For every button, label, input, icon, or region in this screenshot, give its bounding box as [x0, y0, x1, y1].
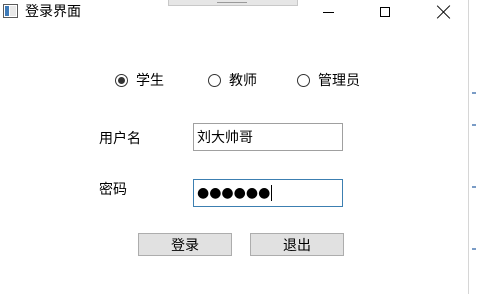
maximize-icon — [380, 7, 390, 17]
close-icon — [437, 5, 451, 19]
radio-student[interactable]: 学生 — [115, 71, 164, 89]
minimize-icon — [322, 11, 334, 13]
radio-checked-icon[interactable] — [115, 73, 128, 87]
radio-unchecked-icon[interactable] — [208, 73, 221, 87]
window-title: 登录界面 — [25, 4, 81, 20]
edge-mark — [472, 186, 476, 188]
login-button[interactable]: 登录 — [138, 233, 232, 256]
radio-teacher-label: 教师 — [229, 73, 257, 89]
close-button[interactable] — [421, 0, 467, 24]
username-label: 用户名 — [99, 131, 141, 147]
title-bar[interactable]: 登录界面 — [0, 0, 477, 24]
radio-unchecked-icon[interactable] — [297, 73, 310, 87]
drag-handle[interactable] — [168, 0, 298, 6]
password-input[interactable]: ●●●●●● — [193, 179, 343, 207]
radio-admin-label: 管理员 — [318, 73, 360, 89]
edge-mark — [472, 124, 476, 126]
radio-student-label: 学生 — [136, 73, 164, 89]
edge-mark — [472, 92, 476, 94]
text-cursor — [271, 185, 273, 201]
login-window: 登录界面 学生 教师 管理员 用户名 密码 ●●●●●● 登录 退出 — [0, 0, 477, 294]
minimize-button[interactable] — [305, 0, 351, 24]
password-mask: ●●●●●● — [197, 185, 271, 201]
window-app-icon — [3, 4, 18, 18]
edge-mark — [472, 248, 476, 250]
password-label: 密码 — [99, 182, 127, 198]
maximize-button[interactable] — [362, 0, 408, 24]
username-input[interactable] — [193, 123, 343, 151]
radio-admin[interactable]: 管理员 — [297, 71, 360, 89]
radio-teacher[interactable]: 教师 — [208, 71, 257, 89]
exit-button[interactable]: 退出 — [250, 233, 344, 256]
